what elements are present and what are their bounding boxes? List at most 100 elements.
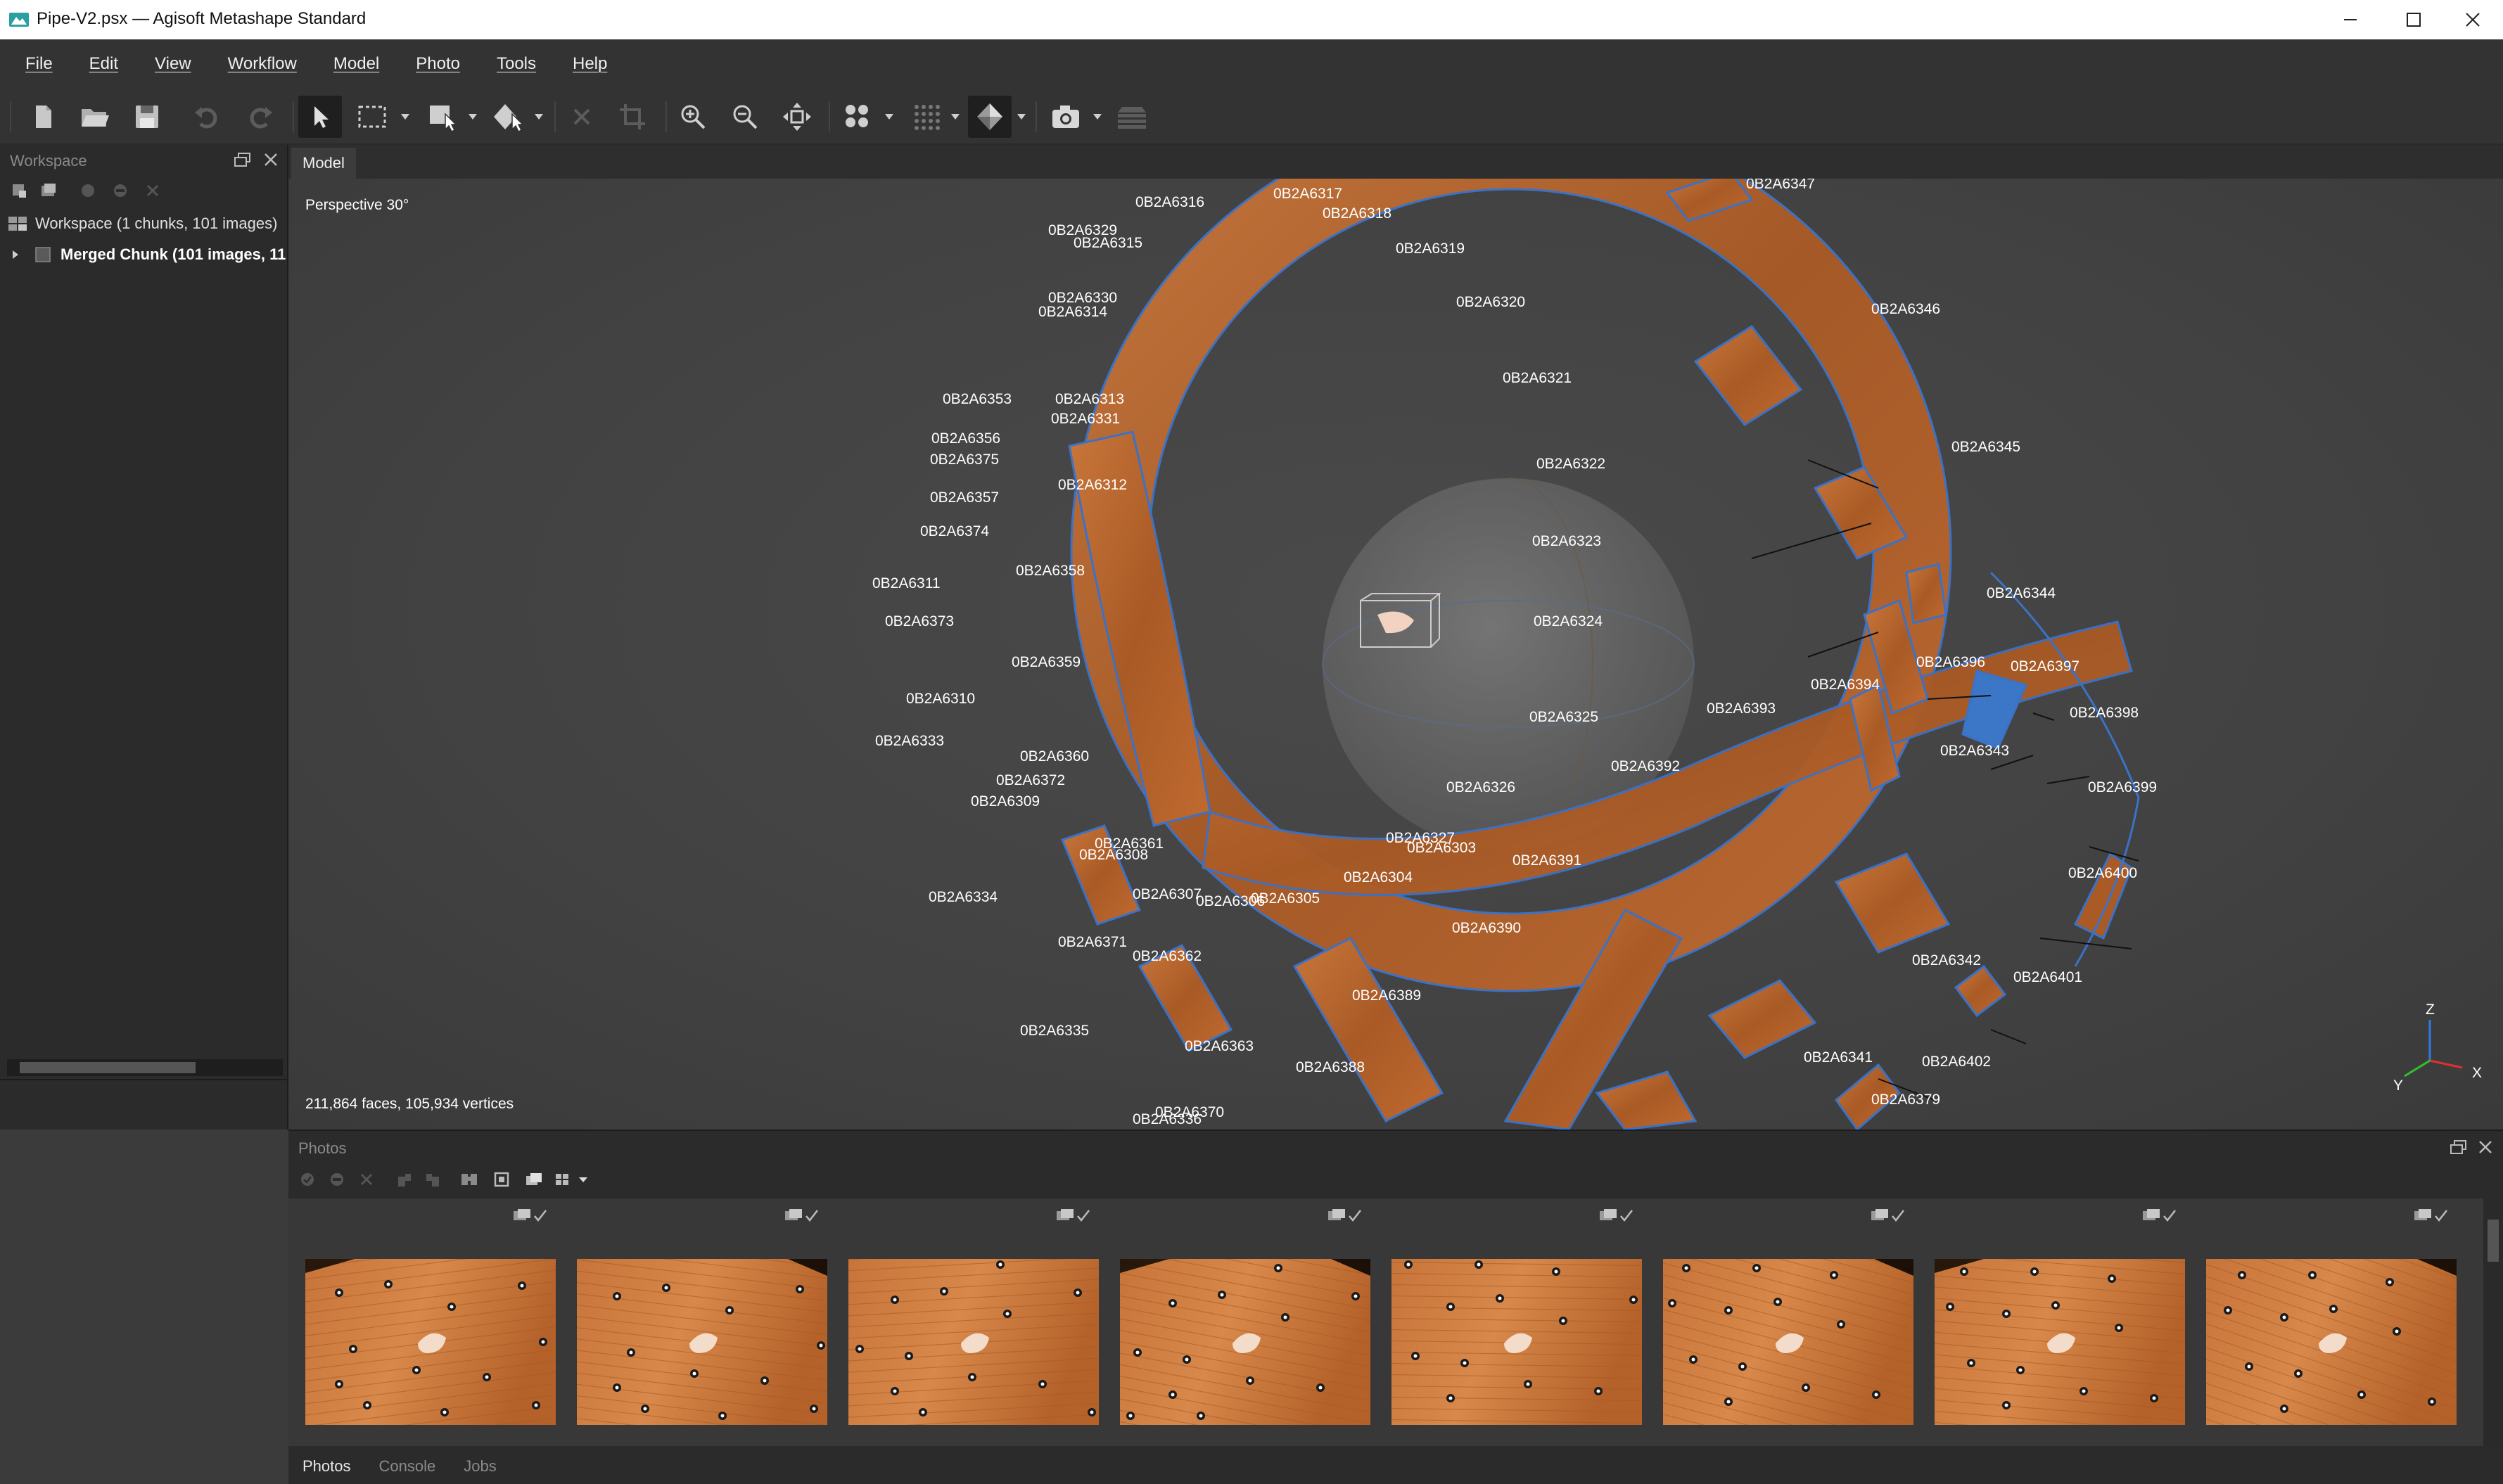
camera-label[interactable]: 0B2A6313 (1055, 391, 1124, 407)
remove-button[interactable] (142, 180, 163, 201)
camera-label[interactable]: 0B2A6318 (1323, 205, 1391, 222)
zoom-out-button[interactable] (723, 96, 767, 138)
camera-label[interactable]: 0B2A6372 (996, 772, 1065, 788)
camera-label[interactable]: 0B2A6371 (1058, 934, 1127, 950)
scrollbar-thumb[interactable] (20, 1062, 196, 1073)
close-window-button[interactable] (2441, 0, 2503, 39)
camera-label[interactable]: 0B2A6308 (1079, 847, 1148, 863)
camera-label[interactable]: 0B2A6345 (1951, 439, 2020, 455)
camera-label[interactable]: 0B2A6335 (1020, 1023, 1089, 1039)
camera-label[interactable]: 0B2A6315 (1074, 235, 1142, 251)
camera-label[interactable]: 0B2A6360 (1020, 748, 1089, 765)
photo-thumbnail[interactable] (2189, 1198, 2461, 1446)
add-photos-button[interactable] (38, 180, 59, 201)
photos-vertical-scrollbar[interactable] (2483, 1198, 2503, 1446)
rotate-right-button[interactable] (422, 1169, 443, 1190)
camera-label[interactable]: 0B2A6304 (1344, 869, 1413, 885)
camera-label[interactable]: 0B2A6303 (1407, 840, 1476, 856)
reset-view-button[interactable] (775, 96, 819, 138)
camera-label[interactable]: 0B2A6319 (1396, 241, 1465, 257)
tab-jobs[interactable]: Jobs (458, 1453, 502, 1480)
camera-label[interactable]: 0B2A6310 (906, 691, 975, 707)
camera-label[interactable]: 0B2A6375 (930, 452, 999, 468)
camera-label[interactable]: 0B2A6363 (1185, 1038, 1254, 1054)
photo-thumbnail[interactable] (560, 1198, 832, 1446)
camera-label[interactable]: 0B2A6307 (1133, 886, 1202, 902)
camera-label[interactable]: 0B2A6324 (1534, 613, 1603, 629)
camera-label[interactable]: 0B2A6309 (971, 793, 1040, 810)
menu-tools[interactable]: Tools (497, 54, 536, 74)
camera-label[interactable]: 0B2A6389 (1352, 987, 1421, 1004)
rectangle-selection-button[interactable] (350, 96, 394, 138)
view-mode-button[interactable] (553, 1169, 574, 1190)
remove-camera-button[interactable] (356, 1169, 377, 1190)
scrollbar-thumb[interactable] (2488, 1220, 2499, 1262)
camera-label[interactable]: 0B2A6341 (1804, 1049, 1873, 1066)
photo-thumbnail[interactable] (1646, 1198, 1918, 1446)
photos-float-button[interactable] (2448, 1137, 2469, 1158)
menu-view[interactable]: View (155, 54, 191, 74)
show-points-button[interactable] (836, 96, 879, 138)
camera-label[interactable]: 0B2A6312 (1058, 477, 1127, 493)
photo-thumbnail[interactable] (1103, 1198, 1375, 1446)
select-tool-button[interactable] (298, 96, 342, 138)
photos-close-button[interactable] (2475, 1137, 2496, 1158)
shape-mode-button[interactable] (487, 96, 530, 138)
camera-label[interactable]: 0B2A6390 (1452, 920, 1521, 936)
photo-thumbnail[interactable] (1918, 1198, 2189, 1446)
maximize-button[interactable] (2382, 0, 2445, 39)
camera-label[interactable]: 0B2A6402 (1922, 1054, 1991, 1070)
camera-label[interactable]: 0B2A6362 (1133, 948, 1202, 964)
camera-label[interactable]: 0B2A6398 (2070, 705, 2139, 721)
enable-camera-button[interactable] (297, 1169, 318, 1190)
camera-label[interactable]: 0B2A6396 (1916, 654, 1985, 670)
enable-button[interactable] (77, 180, 98, 201)
view-mode-dropdown[interactable] (573, 1169, 594, 1190)
photo-thumbnail[interactable] (288, 1198, 560, 1446)
camera-label[interactable]: 0B2A6399 (2088, 779, 2157, 795)
tab-model[interactable]: Model (291, 148, 356, 179)
show-layers-button[interactable] (1110, 96, 1154, 138)
camera-label[interactable]: 0B2A6322 (1536, 456, 1605, 472)
menu-photo[interactable]: Photo (416, 54, 460, 74)
menu-edit[interactable]: Edit (89, 54, 118, 74)
expand-arrow-icon[interactable] (8, 248, 23, 262)
menu-workflow[interactable]: Workflow (228, 54, 297, 74)
crop-selection-button[interactable] (611, 96, 654, 138)
camera-label[interactable]: 0B2A6347 (1746, 179, 1815, 192)
filter-button[interactable] (459, 1169, 480, 1190)
save-button[interactable] (125, 96, 169, 138)
workspace-horizontal-scrollbar[interactable] (7, 1059, 283, 1076)
model-viewport[interactable]: Perspective 30° 211,864 faces, 105,934 v… (288, 179, 2503, 1130)
camera-label[interactable]: 0B2A6325 (1529, 709, 1598, 725)
camera-label[interactable]: 0B2A6342 (1912, 952, 1981, 968)
undo-button[interactable] (184, 96, 228, 138)
camera-label[interactable]: 0B2A6344 (1987, 585, 2056, 601)
tab-photos[interactable]: Photos (297, 1453, 357, 1480)
camera-label[interactable]: 0B2A6379 (1871, 1092, 1940, 1108)
zoom-in-button[interactable] (671, 96, 715, 138)
camera-label[interactable]: 0B2A6374 (920, 523, 989, 539)
camera-label[interactable]: 0B2A6323 (1532, 533, 1601, 549)
camera-label[interactable]: 0B2A6359 (1012, 654, 1081, 670)
delete-selection-button[interactable] (560, 96, 604, 138)
camera-label[interactable]: 0B2A6314 (1038, 304, 1107, 320)
camera-label[interactable]: 0B2A6305 (1251, 890, 1320, 907)
camera-label[interactable]: 0B2A6392 (1611, 758, 1680, 774)
camera-label[interactable]: 0B2A6336 (1133, 1111, 1202, 1127)
add-chunk-button[interactable] (8, 180, 30, 201)
disable-button[interactable] (110, 180, 131, 201)
tab-console[interactable]: Console (374, 1453, 442, 1480)
workspace-root-item[interactable]: Workspace (1 chunks, 101 images) (0, 208, 288, 239)
disable-camera-button[interactable] (326, 1169, 348, 1190)
show-dense-cloud-button[interactable] (905, 96, 948, 138)
camera-label[interactable]: 0B2A6393 (1707, 701, 1776, 717)
camera-label[interactable]: 0B2A6358 (1016, 563, 1085, 579)
camera-label[interactable]: 0B2A6326 (1446, 779, 1515, 795)
open-button[interactable] (73, 96, 117, 138)
camera-label[interactable]: 0B2A6317 (1273, 186, 1342, 202)
camera-label[interactable]: 0B2A6356 (931, 430, 1000, 447)
minimize-button[interactable] (2319, 0, 2382, 39)
camera-label[interactable]: 0B2A6391 (1512, 852, 1581, 869)
camera-label[interactable]: 0B2A6400 (2068, 865, 2137, 881)
